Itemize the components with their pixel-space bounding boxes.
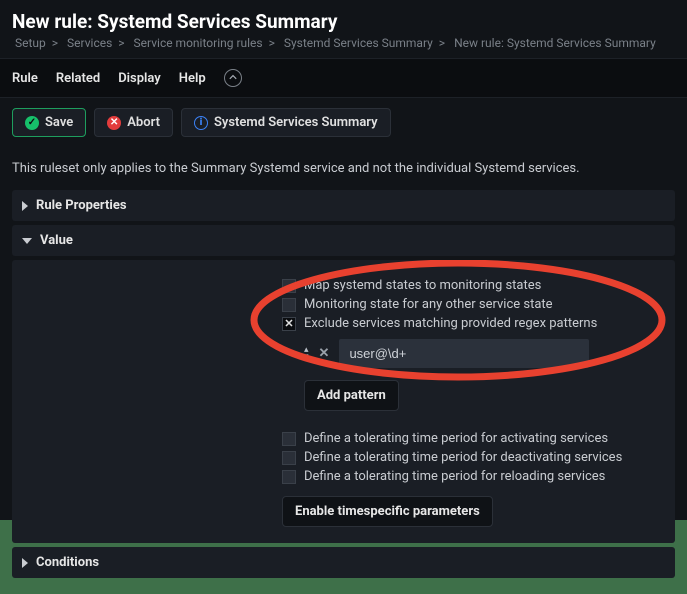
chevron-right-icon [22,201,28,211]
section-conditions[interactable]: Conditions [12,547,675,578]
abort-label: Abort [127,115,160,130]
option-exclude-regex[interactable]: ✕ Exclude services matching provided reg… [282,316,663,331]
section-rule-properties[interactable]: Rule Properties [12,190,675,221]
chevron-right-icon [22,558,28,568]
tab-display[interactable]: Display [118,71,161,86]
breadcrumb-item[interactable]: Setup [15,36,46,50]
section-conditions-label: Conditions [36,555,99,570]
section-rule-properties-label: Rule Properties [36,198,127,213]
check-icon: ✓ [25,116,39,130]
option-map-states-label: Map systemd states to monitoring states [304,278,541,293]
option-tol-reloading-label: Define a tolerating time period for relo… [304,469,605,484]
save-label: Save [45,115,73,130]
option-tol-activating[interactable]: Define a tolerating time period for acti… [282,431,663,446]
drag-handle-icon[interactable]: ▴▾ [304,347,309,361]
context-label: Systemd Services Summary [214,115,378,130]
tab-help-label: Help [179,71,206,86]
page-title: New rule: Systemd Services Summary [12,10,675,33]
chevron-down-icon [22,238,32,244]
close-icon: ✕ [107,116,121,130]
option-other-state[interactable]: Monitoring state for any other service s… [282,297,663,312]
checkbox-icon[interactable] [282,451,296,465]
tab-related[interactable]: Related [56,71,100,86]
option-tol-activating-label: Define a tolerating time period for acti… [304,431,608,446]
section-value-label: Value [40,233,73,248]
pattern-input[interactable] [339,339,589,368]
tab-help[interactable]: Help [179,71,206,86]
save-button[interactable]: ✓ Save [12,108,86,137]
tab-rule[interactable]: Rule [12,71,38,86]
option-exclude-regex-label: Exclude services matching provided regex… [304,316,597,331]
checkbox-icon[interactable] [282,298,296,312]
breadcrumb-item[interactable]: Services [67,36,112,50]
checkbox-icon[interactable] [282,279,296,293]
remove-pattern-icon[interactable]: ✕ [317,346,332,361]
section-value[interactable]: Value [12,225,675,256]
pattern-entry: ▴▾ ✕ [304,339,663,368]
breadcrumb-item[interactable]: Systemd Services Summary [284,36,433,50]
breadcrumb-item[interactable]: Service monitoring rules [134,36,263,50]
option-tol-deactivating-label: Define a tolerating time period for deac… [304,450,622,465]
toolbar: ✓ Save ✕ Abort i Systemd Services Summar… [0,98,687,147]
breadcrumb: Setup> Services> Service monitoring rule… [12,36,675,50]
ruleset-description: This ruleset only applies to the Summary… [12,161,675,176]
context-link[interactable]: i Systemd Services Summary [181,108,391,137]
option-other-state-label: Monitoring state for any other service s… [304,297,553,312]
enable-timespecific-button[interactable]: Enable timespecific parameters [282,496,493,527]
breadcrumb-item: New rule: Systemd Services Summary [454,36,656,50]
collapse-toggle-icon[interactable] [224,69,242,87]
checkbox-checked-icon[interactable]: ✕ [282,317,296,331]
main-tabs: Rule Related Display Help [0,58,687,98]
option-tol-reloading[interactable]: Define a tolerating time period for relo… [282,469,663,484]
checkbox-icon[interactable] [282,470,296,484]
option-tol-deactivating[interactable]: Define a tolerating time period for deac… [282,450,663,465]
checkbox-icon[interactable] [282,432,296,446]
abort-button[interactable]: ✕ Abort [94,108,173,137]
value-panel: Map systemd states to monitoring states … [12,260,675,543]
add-pattern-button[interactable]: Add pattern [304,380,399,411]
info-icon: i [194,116,208,130]
option-map-states[interactable]: Map systemd states to monitoring states [282,278,663,293]
